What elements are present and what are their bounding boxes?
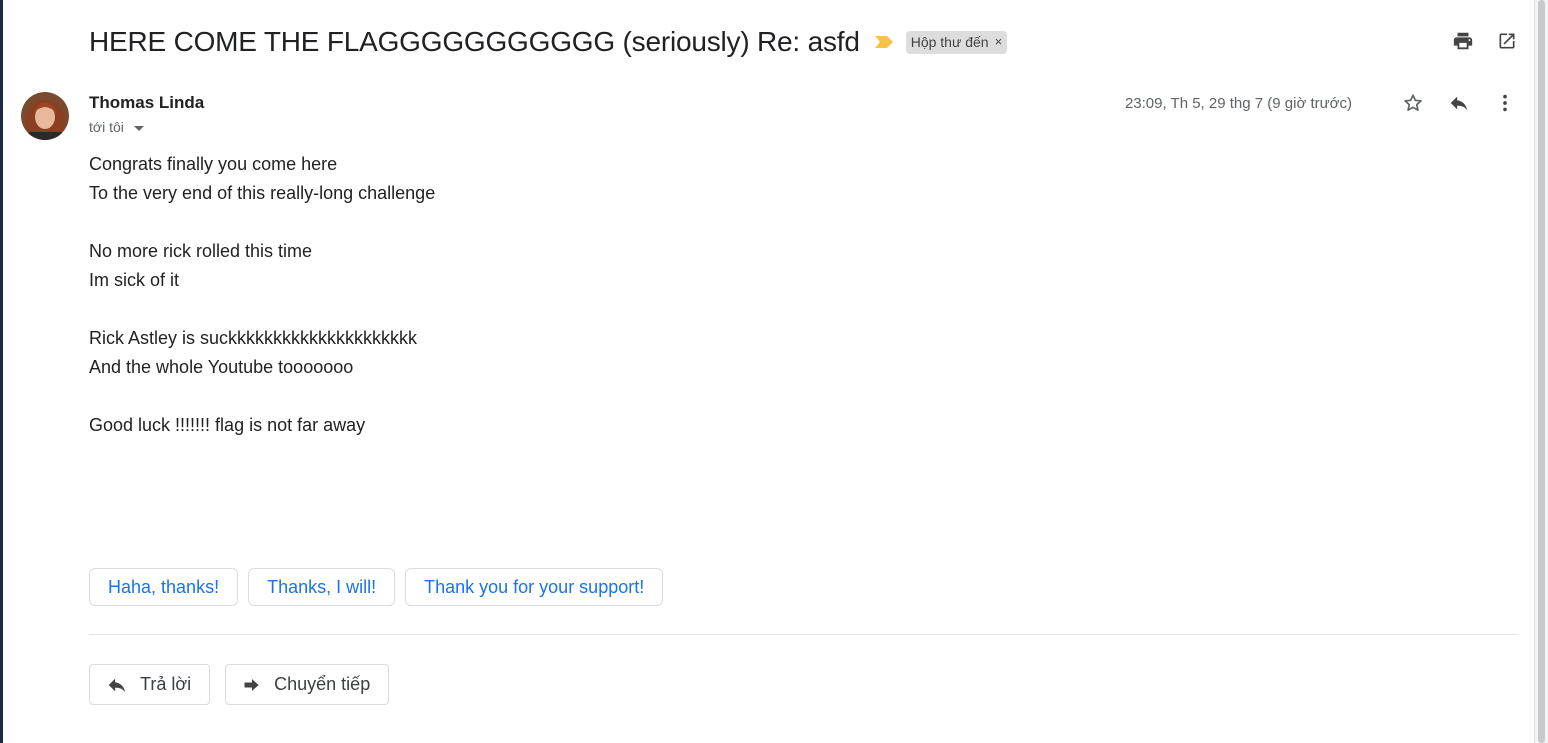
reply-button-label: Trả lời	[140, 674, 192, 694]
recipient-text: tới tôi	[89, 119, 124, 135]
body-blank-line	[89, 382, 435, 411]
window-left-edge	[0, 0, 3, 743]
smart-reply-chip[interactable]: Thank you for your support!	[405, 568, 664, 606]
open-in-new-window-icon[interactable]	[1496, 30, 1518, 52]
reply-actions: Trả lời Chuyển tiếp	[89, 664, 390, 705]
body-line: To the very end of this really-long chal…	[89, 183, 436, 203]
forward-icon	[242, 675, 262, 695]
reply-button[interactable]: Trả lời	[89, 664, 211, 705]
body-line: Im sick of it	[89, 270, 180, 290]
reply-icon[interactable]	[1448, 92, 1470, 114]
body-blank-line	[89, 295, 435, 324]
sender-name[interactable]: Thomas Linda	[89, 93, 204, 113]
reply-icon	[106, 674, 128, 696]
scrollbar[interactable]	[1534, 0, 1548, 743]
forward-button-label: Chuyển tiếp	[274, 674, 371, 694]
divider	[89, 634, 1517, 635]
smart-replies: Haha, thanks! Thanks, I will! Thank you …	[89, 568, 664, 606]
body-line: And the whole Youtube tooooooo	[89, 357, 354, 377]
body-blank-line	[89, 208, 435, 237]
top-actions	[1452, 30, 1518, 52]
chevron-down-icon	[133, 125, 144, 131]
body-line: No more rick rolled this time	[89, 241, 313, 261]
sender-avatar[interactable]	[21, 92, 69, 140]
recipient-details-toggle[interactable]: tới tôi	[89, 119, 144, 135]
forward-button[interactable]: Chuyển tiếp	[225, 664, 390, 705]
message-date: 23:09, Th 5, 29 thg 7 (9 giờ trước)	[1124, 94, 1352, 112]
body-line: Congrats finally you come here	[89, 154, 338, 174]
email-subject: HERE COME THE FLAGGGGGGGGGGG (seriously)…	[89, 26, 860, 57]
inbox-label-chip[interactable]: Hộp thư đến ×	[905, 30, 1008, 54]
remove-label-button[interactable]: ×	[995, 34, 1003, 49]
body-line: Rick Astley is suckkkkkkkkkkkkkkkkkkkkk	[89, 328, 418, 348]
subject-row: HERE COME THE FLAGGGGGGGGGGG (seriously)…	[89, 22, 1008, 62]
star-icon[interactable]	[1402, 92, 1424, 114]
scrollbar-thumb[interactable]	[1538, 0, 1545, 743]
message-meta: 23:09, Th 5, 29 thg 7 (9 giờ trước)	[1125, 92, 1516, 114]
smart-reply-chip[interactable]: Thanks, I will!	[248, 568, 396, 606]
email-body: Congrats finally you come here To the ve…	[89, 150, 435, 440]
importance-marker-icon[interactable]	[874, 35, 894, 49]
body-line: Good luck !!!!!!! flag is not far away	[89, 415, 366, 435]
inbox-label-text: Hộp thư đến	[910, 33, 989, 50]
smart-reply-chip[interactable]: Haha, thanks!	[89, 568, 239, 606]
print-icon[interactable]	[1452, 30, 1474, 52]
more-vertical-icon[interactable]	[1494, 92, 1516, 114]
